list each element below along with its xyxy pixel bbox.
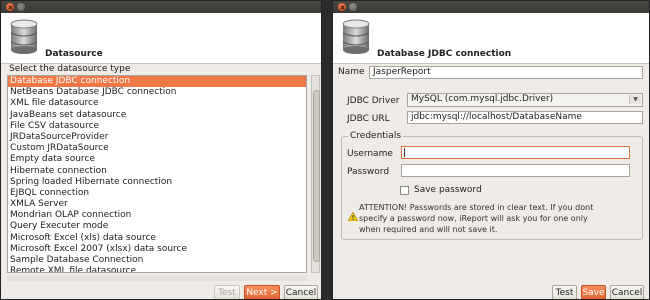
- password-warning: ATTENTION! Passwords are stored in clear…: [359, 202, 649, 235]
- username-label: Username: [347, 149, 393, 159]
- database-icon: [10, 19, 38, 54]
- cancel-button[interactable]: Cancel: [284, 285, 318, 299]
- test-button[interactable]: Test: [214, 285, 240, 299]
- list-item[interactable]: Empty data source: [8, 154, 306, 165]
- close-icon[interactable]: [338, 3, 346, 11]
- cancel-button[interactable]: Cancel: [610, 285, 644, 299]
- jdbc-driver-select[interactable]: MySQL (com.mysql.jdbc.Driver) ▼: [407, 93, 643, 107]
- jdbc-url-label: JDBC URL: [347, 114, 390, 124]
- list-item[interactable]: Hibernate connection: [8, 166, 306, 177]
- title-bar: [333, 1, 649, 13]
- username-field[interactable]: [401, 146, 630, 159]
- list-item[interactable]: Microsoft Excel 2007 (xlsx) data source: [8, 244, 306, 255]
- jdbc-connection-dialog: Database JDBC connection Name JasperRepo…: [332, 0, 650, 300]
- title-bar: [1, 1, 321, 13]
- vertical-scrollbar[interactable]: [311, 75, 320, 273]
- list-item[interactable]: JRDataSourceProvider: [8, 132, 306, 143]
- list-item[interactable]: JavaBeans set datasource: [8, 110, 306, 121]
- warning-line: specify a password now, iReport will ask…: [359, 214, 588, 223]
- dialog-header: Database JDBC connection: [333, 13, 649, 64]
- warning-icon: [348, 212, 358, 221]
- name-field[interactable]: JasperReport: [369, 66, 643, 79]
- datasource-list[interactable]: Database JDBC connection NetBeans Databas…: [7, 75, 307, 273]
- list-item[interactable]: XML file datasource: [8, 98, 306, 109]
- minimize-icon[interactable]: [17, 3, 25, 11]
- text-cursor: [404, 148, 405, 157]
- password-label: Password: [347, 167, 390, 177]
- name-label: Name: [338, 67, 365, 77]
- dialog-header: Datasource: [1, 13, 321, 64]
- list-item[interactable]: Sample Database Connection: [8, 255, 306, 266]
- database-icon: [342, 19, 370, 54]
- horizontal-scrollbar[interactable]: [7, 275, 307, 281]
- dialog-title: Datasource: [45, 49, 103, 59]
- credentials-title: Credentials: [348, 131, 404, 141]
- dialog-title: Database JDBC connection: [377, 49, 512, 59]
- list-caption: Select the datasource type: [9, 64, 131, 74]
- datasource-dialog: Datasource Select the datasource type Da…: [0, 0, 322, 300]
- list-item[interactable]: NetBeans Database JDBC connection: [8, 87, 306, 98]
- save-password-label: Save password: [414, 185, 482, 195]
- list-item[interactable]: Microsoft Excel (xls) data source: [8, 233, 306, 244]
- list-item[interactable]: Remote XML file datasource: [8, 266, 306, 272]
- list-item[interactable]: Mondrian OLAP connection: [8, 210, 306, 221]
- test-button[interactable]: Test: [552, 285, 577, 299]
- jdbc-url-field[interactable]: jdbc:mysql://localhost/DatabaseName: [407, 111, 643, 124]
- list-item[interactable]: Custom JRDataSource: [8, 143, 306, 154]
- close-icon[interactable]: [6, 3, 14, 11]
- warning-line: when required and will not save it.: [359, 225, 498, 234]
- password-field[interactable]: [401, 164, 630, 177]
- minimize-icon[interactable]: [349, 3, 357, 11]
- chevron-down-icon[interactable]: ▼: [629, 95, 641, 104]
- warning-line: ATTENTION! Passwords are stored in clear…: [359, 203, 594, 212]
- list-item[interactable]: Spring loaded Hibernate connection: [8, 177, 306, 188]
- save-button[interactable]: Save: [581, 285, 606, 299]
- list-item[interactable]: EJBQL connection: [8, 188, 306, 199]
- next-button[interactable]: Next >: [244, 285, 280, 299]
- scroll-thumb[interactable]: [313, 90, 320, 262]
- list-item[interactable]: Database JDBC connection: [8, 76, 306, 88]
- list-item[interactable]: File CSV datasource: [8, 121, 306, 132]
- jdbc-driver-label: JDBC Driver: [347, 96, 400, 106]
- list-item[interactable]: Query Executer mode: [8, 221, 306, 232]
- jdbc-driver-value: MySQL (com.mysql.jdbc.Driver): [411, 94, 554, 104]
- list-item[interactable]: XMLA Server: [8, 199, 306, 210]
- save-password-checkbox[interactable]: [400, 186, 409, 195]
